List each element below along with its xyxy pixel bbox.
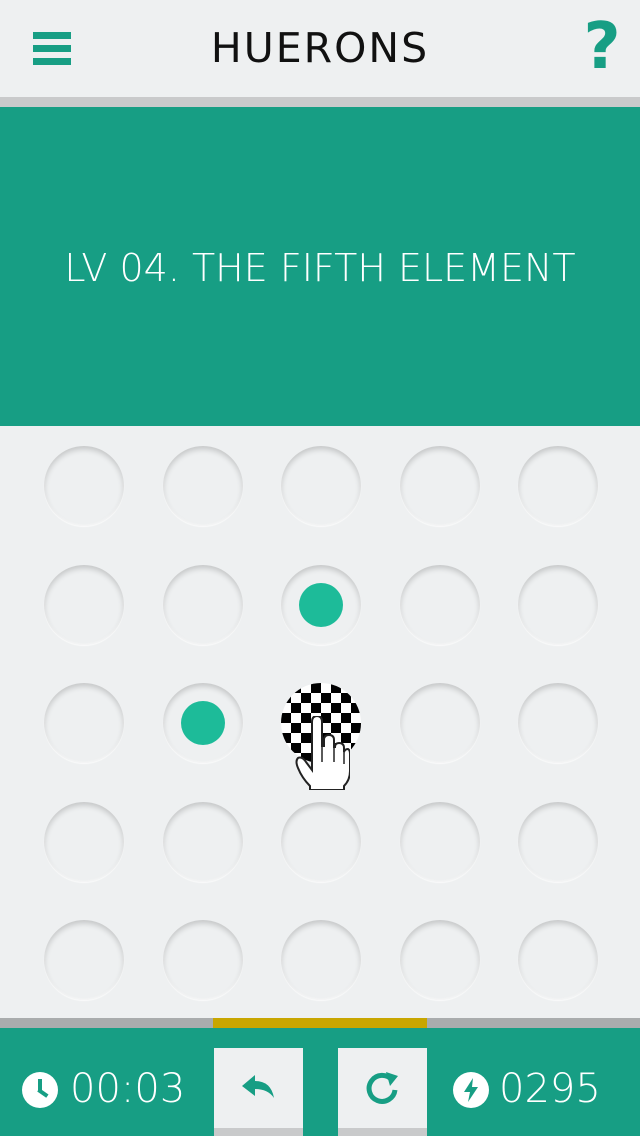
restart-button[interactable]	[338, 1048, 427, 1136]
app-title: HUERONS	[210, 24, 430, 72]
board-cell[interactable]	[44, 683, 124, 763]
filled-dot	[299, 582, 343, 627]
board-cell[interactable]	[399, 801, 480, 882]
undo-arrow-icon	[242, 1075, 274, 1098]
pointing-hand-icon	[295, 716, 350, 790]
board-cell[interactable]	[162, 683, 243, 763]
board-cell[interactable]	[281, 446, 361, 526]
board-cell[interactable]	[281, 801, 361, 882]
undo-button[interactable]	[214, 1048, 303, 1136]
board-cell[interactable]	[518, 920, 598, 1000]
header-divider	[0, 97, 640, 107]
restart-icon	[366, 1072, 398, 1104]
board-cell[interactable]	[518, 564, 598, 645]
help-button[interactable]: ?	[578, 12, 626, 82]
clock-icon	[22, 1072, 58, 1108]
board-cell[interactable]	[44, 801, 124, 882]
board-cell[interactable]	[44, 564, 124, 645]
board-cell[interactable]	[281, 920, 361, 1000]
board-cell[interactable]	[518, 683, 598, 763]
board-cell[interactable]	[399, 920, 480, 1000]
board-cell[interactable]	[162, 446, 243, 526]
top-bar: HUERONS ?	[0, 0, 640, 97]
board-cell[interactable]	[162, 801, 243, 882]
level-progress-fill	[213, 1018, 427, 1028]
board-cell[interactable]	[162, 564, 243, 645]
timer: 00:03	[70, 1066, 186, 1112]
level-title: LV 04. THE FIFTH ELEMENT	[64, 246, 576, 290]
board-cell[interactable]	[162, 920, 243, 1000]
board-cell[interactable]	[399, 683, 480, 763]
board-cell[interactable]	[518, 801, 598, 882]
board-cell[interactable]	[399, 446, 480, 526]
filled-dot	[180, 701, 225, 745]
board-cell[interactable]	[281, 564, 361, 645]
level-progress-bar	[0, 1018, 640, 1028]
board-cell[interactable]	[518, 446, 598, 526]
board-cell[interactable]	[44, 920, 124, 1000]
lightning-icon	[453, 1072, 489, 1108]
score: 0295	[499, 1066, 601, 1112]
board-cell[interactable]	[399, 564, 480, 645]
board-cell[interactable]	[44, 446, 124, 526]
